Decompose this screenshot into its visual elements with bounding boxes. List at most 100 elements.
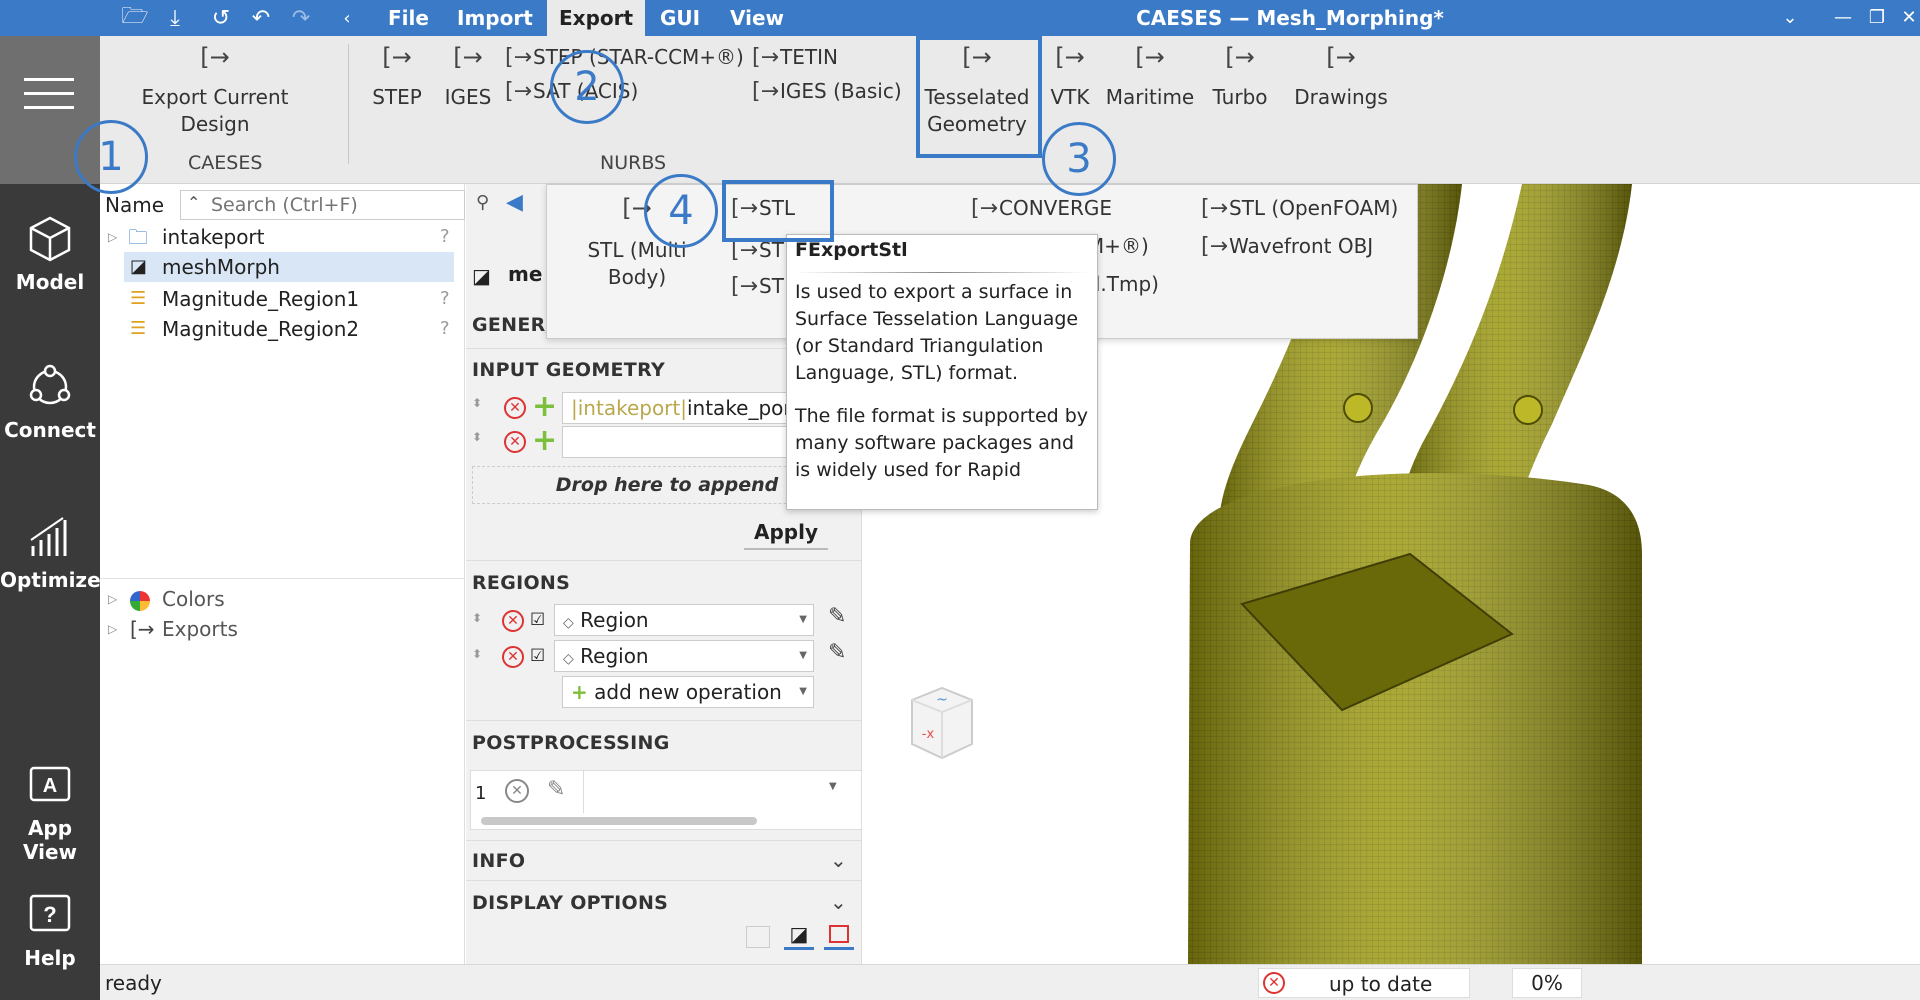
turbo-button[interactable]: [→ Turbo [1204, 44, 1276, 111]
tree-search-box[interactable]: ⌃ [180, 190, 465, 220]
restore-icon[interactable]: ❐ [1862, 3, 1892, 33]
drag-handle-icon[interactable]: ⬍ [472, 611, 482, 625]
section-general[interactable]: GENER/ [472, 314, 553, 336]
tree-item-label: Exports [162, 617, 238, 641]
menu-gui[interactable]: GUI [648, 0, 712, 36]
chevron-down-icon[interactable]: ⌄ [830, 890, 847, 914]
tree-search-input[interactable] [211, 193, 456, 217]
update-status-box[interactable]: ✕ up to date [1258, 968, 1470, 998]
tree-item-exports[interactable]: ▷ [→ Exports [100, 614, 440, 644]
add-icon[interactable]: + [532, 392, 557, 422]
sidebar-item-model[interactable]: Model [0, 214, 100, 294]
section-display-options[interactable]: DISPLAY OPTIONS [472, 892, 668, 914]
iges-basic-button[interactable]: [→IGES (Basic) [752, 78, 902, 105]
help-question-icon[interactable]: ? [440, 284, 450, 314]
sidebar-item-app-view[interactable]: A App View [0, 760, 100, 864]
undo-icon[interactable]: ↶ [246, 3, 276, 33]
region-select-1[interactable]: ◇ Region ▼ [554, 604, 814, 636]
sidebar-item-help[interactable]: ? Help [0, 890, 100, 970]
tree-item-intakeport[interactable]: ▷ 🗀 intakeport ? [100, 222, 450, 252]
expand-arrow-icon[interactable]: ▷ [108, 222, 117, 252]
checkbox-icon[interactable]: ☑ [530, 610, 545, 630]
menu-view[interactable]: View [718, 0, 796, 36]
pin-icon[interactable]: ⚲ [476, 192, 489, 213]
dropdown-arrow-icon[interactable]: ▼ [829, 781, 837, 792]
dropdown-arrow-icon[interactable]: ▼ [799, 605, 807, 635]
display-mesh-icon[interactable]: ◪ [784, 922, 814, 950]
back-arrow-icon[interactable]: ◀ [506, 190, 523, 215]
chevron-down-icon[interactable]: ⌄ [830, 848, 847, 872]
checkbox-icon[interactable]: ☑ [530, 646, 545, 666]
remove-icon[interactable]: ✕ [504, 397, 526, 419]
pp-value-field[interactable] [583, 771, 843, 813]
wavefront-obj-button[interactable]: [→Wavefront OBJ [1201, 233, 1373, 260]
drag-handle-icon[interactable]: ⬍ [472, 396, 482, 410]
horizontal-scrollbar[interactable] [481, 817, 757, 825]
converge-button[interactable]: [→CONVERGE [971, 195, 1112, 222]
pencil-icon[interactable]: ✎ [547, 777, 565, 802]
display-plain-icon[interactable] [746, 926, 770, 948]
maritime-button[interactable]: [→ Maritime [1104, 44, 1196, 111]
export-icon: [→ [130, 617, 155, 641]
tooltip-title: FExportStl [795, 239, 908, 261]
orientation-cube[interactable]: ~ -x [904, 682, 980, 764]
section-regions[interactable]: REGIONS [472, 572, 570, 594]
stl-openfoam-button[interactable]: [→STL (OpenFOAM) [1201, 195, 1398, 222]
export-icon: [→ [1055, 43, 1085, 71]
add-icon[interactable]: + [532, 426, 557, 456]
chevron-up-icon[interactable]: ⌃ [187, 193, 200, 212]
remove-icon[interactable]: ✕ [504, 431, 526, 453]
help-question-icon[interactable]: ? [440, 222, 450, 252]
object-name-field[interactable]: me [508, 262, 542, 286]
open-folder-icon[interactable]: 🗁 [120, 3, 150, 33]
drag-handle-icon[interactable]: ⬍ [472, 647, 482, 661]
pencil-icon[interactable]: ✎ [828, 640, 846, 665]
region-select-2[interactable]: ◇ Region ▼ [554, 640, 814, 672]
dropdown-arrow-icon[interactable]: ▼ [799, 677, 807, 707]
minimize-icon[interactable]: — [1828, 3, 1858, 33]
chevron-down-icon[interactable]: ⌄ [1775, 3, 1805, 33]
remove-icon[interactable]: ✕ [505, 779, 529, 803]
chevron-left-icon[interactable]: ‹ [332, 3, 362, 33]
step-button[interactable]: [→ STEP [362, 44, 432, 111]
menu-file[interactable]: File [376, 0, 441, 36]
expand-arrow-icon[interactable]: ▷ [108, 614, 117, 644]
remove-icon[interactable]: ✕ [502, 610, 524, 632]
redo-icon[interactable]: ↷ [286, 3, 316, 33]
sidebar-item-connect[interactable]: Connect [0, 362, 100, 442]
drag-handle-icon[interactable]: ⬍ [472, 430, 482, 444]
dropdown-arrow-icon[interactable]: ▼ [799, 641, 807, 671]
tooltip-paragraph-2: The file format is supported by many sof… [795, 405, 1089, 481]
export-current-design-button[interactable]: [→ Export Current Design [120, 44, 310, 138]
expand-arrow-icon[interactable]: ▷ [108, 584, 117, 614]
section-input-geometry[interactable]: INPUT GEOMETRY [472, 359, 665, 381]
vtk-button[interactable]: [→ VTK [1044, 44, 1096, 111]
iges-button[interactable]: [→ IGES [433, 44, 503, 111]
sidebar-item-optimize[interactable]: Optimize [0, 512, 101, 592]
tree-item-magnitude-region1[interactable]: ☰ Magnitude_Region1 ? [100, 284, 450, 314]
display-shaded-icon[interactable] [824, 922, 854, 950]
tree-item-magnitude-region2[interactable]: ☰ Magnitude_Region2 ? [100, 314, 450, 344]
divider [466, 880, 862, 881]
section-info[interactable]: INFO [472, 850, 525, 872]
tree-item-meshmorph[interactable]: ◪ meshMorph [124, 252, 454, 282]
menu-export[interactable]: Export [547, 0, 646, 36]
save-icon[interactable]: ⤓ [160, 3, 190, 33]
tree-item-colors[interactable]: ▷ Colors [100, 584, 440, 614]
step-star-ccm-button[interactable]: [→STEP (STAR-CCM+®) [505, 44, 744, 71]
history-icon[interactable]: ↺ [206, 3, 236, 33]
remove-icon[interactable]: ✕ [502, 646, 524, 668]
help-question-icon[interactable]: ? [440, 314, 450, 344]
add-operation-select[interactable]: + add new operation ▼ [562, 676, 814, 708]
menu-import[interactable]: Import [445, 0, 545, 36]
stl-variant-button-2[interactable]: [→ST [731, 273, 784, 300]
wavefront-label: Wavefront OBJ [1229, 234, 1374, 258]
section-postprocessing[interactable]: POSTPROCESSING [472, 732, 670, 754]
tetin-button[interactable]: [→TETIN [752, 44, 838, 71]
apply-button[interactable]: Apply [744, 514, 828, 550]
drawings-button[interactable]: [→ Drawings [1286, 44, 1396, 111]
export-icon: [→ [731, 274, 759, 299]
pencil-icon[interactable]: ✎ [828, 604, 846, 629]
close-icon[interactable]: ✕ [1894, 3, 1920, 33]
tree-header-name[interactable]: Name [105, 190, 164, 220]
